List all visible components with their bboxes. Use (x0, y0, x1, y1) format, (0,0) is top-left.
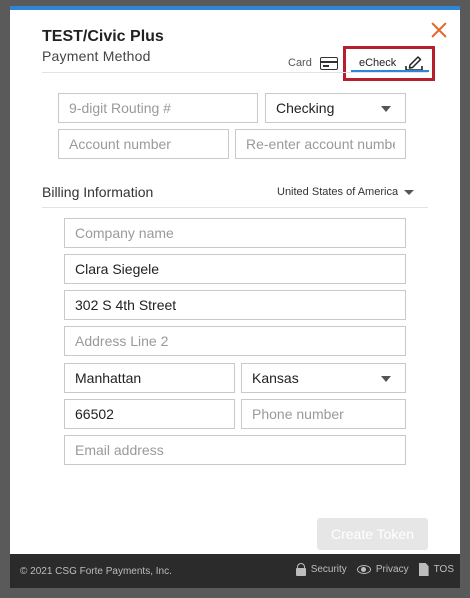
security-link[interactable]: Security (295, 563, 347, 576)
document-icon (418, 563, 429, 576)
header-divider (42, 72, 428, 73)
zip-input[interactable] (64, 399, 235, 429)
payment-method-label: Payment Method (42, 48, 151, 64)
account-type-value: Checking (276, 100, 335, 116)
payment-modal: TEST/Civic Plus Payment Method Card eChe… (10, 6, 460, 588)
email-input[interactable] (64, 435, 406, 465)
address-line2-input[interactable] (64, 326, 406, 356)
tos-label: TOS (433, 564, 454, 575)
create-token-button[interactable]: Create Token (317, 518, 428, 550)
merchant-title: TEST/Civic Plus (42, 28, 164, 45)
tos-link[interactable]: TOS (418, 563, 454, 576)
state-value: Kansas (252, 370, 299, 386)
lock-icon (295, 563, 306, 576)
chevron-down-icon (381, 376, 391, 382)
footer-links: Security Privacy TOS (295, 563, 454, 576)
company-name-input[interactable] (64, 218, 406, 248)
credit-card-icon (319, 56, 338, 70)
reenter-account-input[interactable] (235, 129, 406, 159)
routing-number-input[interactable] (58, 93, 258, 123)
phone-input[interactable] (241, 399, 406, 429)
account-number-input[interactable] (58, 129, 229, 159)
city-input[interactable] (64, 363, 235, 393)
address-line1-input[interactable] (64, 290, 406, 320)
security-label: Security (310, 564, 347, 575)
account-type-select[interactable]: Checking (265, 93, 406, 123)
check-signature-icon (405, 56, 424, 71)
country-value: United States of America (277, 186, 399, 198)
state-select[interactable]: Kansas (241, 363, 406, 393)
tab-card-label: Card (288, 57, 312, 69)
name-input[interactable] (64, 254, 406, 284)
copyright-text: © 2021 CSG Forte Payments, Inc. (20, 566, 172, 577)
footer: © 2021 CSG Forte Payments, Inc. Security… (10, 554, 460, 588)
close-icon[interactable] (428, 20, 450, 42)
country-select[interactable]: United States of America (277, 186, 415, 198)
tab-echeck-label: eCheck (359, 57, 397, 69)
chevron-down-icon (381, 106, 391, 112)
privacy-label: Privacy (375, 564, 409, 575)
billing-title: Billing Information (42, 184, 154, 200)
billing-divider (42, 207, 428, 208)
privacy-link[interactable]: Privacy (356, 564, 409, 575)
chevron-down-icon (404, 189, 415, 195)
eye-icon (356, 565, 371, 574)
tab-card[interactable]: Card (288, 52, 338, 74)
